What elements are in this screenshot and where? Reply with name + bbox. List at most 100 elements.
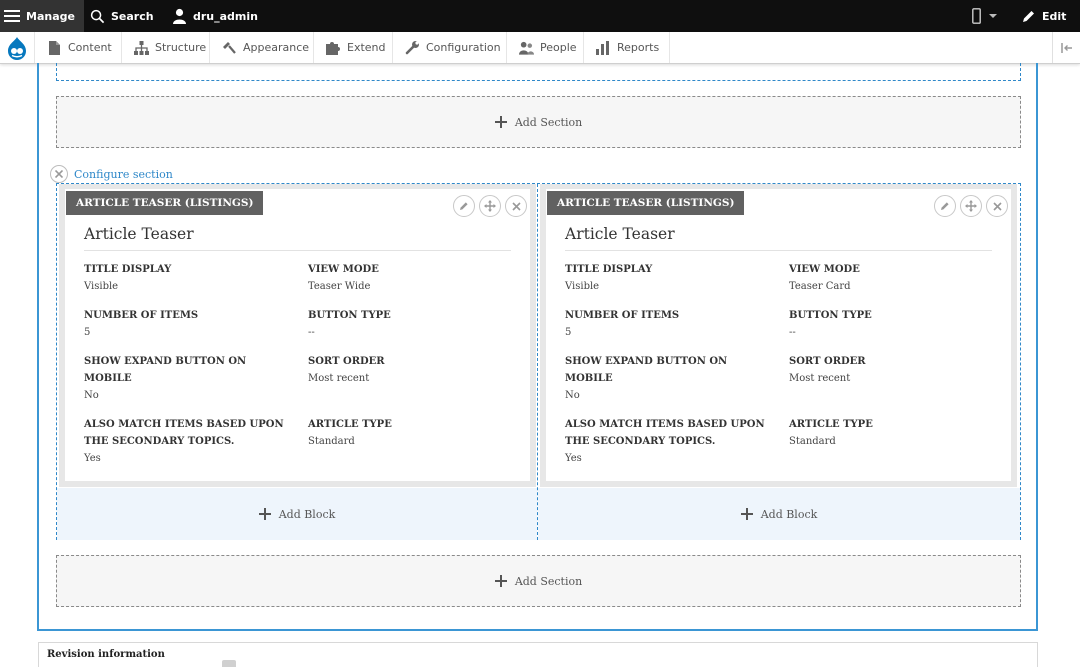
- brush-icon: [222, 40, 237, 55]
- block-label: ARTICLE TEASER (LISTINGS): [547, 191, 745, 215]
- wrench-icon: [405, 40, 420, 55]
- field-label: SORT ORDER: [789, 356, 866, 367]
- menu-item-label: People: [540, 41, 577, 54]
- mobile-device-icon: [972, 8, 981, 24]
- menu-item-content[interactable]: Content: [34, 32, 122, 63]
- collapse-arrow-icon: [1060, 42, 1072, 53]
- field-label: ALSO MATCH ITEMS BASED UPON THE SECONDAR…: [565, 419, 765, 447]
- remove-block-button[interactable]: [505, 195, 527, 217]
- puzzle-icon: [326, 40, 341, 55]
- edit-button[interactable]: Edit: [1022, 0, 1066, 32]
- menu-item-configuration[interactable]: Configuration: [392, 32, 511, 63]
- menu-item-label: Content: [68, 41, 112, 54]
- bar-chart-icon: [596, 40, 611, 55]
- device-preview-button[interactable]: [972, 0, 997, 32]
- menu-item-structure[interactable]: Structure: [121, 32, 216, 63]
- user-button[interactable]: dru_admin: [172, 0, 258, 32]
- field-label: TITLE DISPLAY: [84, 264, 172, 275]
- plus-icon: [740, 508, 753, 520]
- move-block-button[interactable]: [479, 195, 501, 217]
- field-value: Standard: [789, 436, 836, 447]
- field-sort-order: SORT ORDER Most recent: [789, 353, 999, 387]
- add-section-button[interactable]: Add Section: [56, 96, 1021, 148]
- drupal-logo-icon[interactable]: [0, 32, 34, 64]
- field-label: SHOW EXPAND BUTTON ON MOBILE: [84, 356, 247, 384]
- remove-section-button[interactable]: [50, 165, 68, 183]
- field-value: No: [84, 390, 99, 401]
- configure-section-link[interactable]: Configure section: [74, 168, 173, 181]
- menu-item-reports[interactable]: Reports: [583, 32, 671, 63]
- field-title-display: TITLE DISPLAY Visible: [565, 261, 775, 295]
- menu-item-label: Reports: [617, 41, 660, 54]
- field-value: Yes: [84, 453, 101, 464]
- block-article-teaser[interactable]: ARTICLE TEASER (LISTINGS) Article Teaser…: [540, 184, 1017, 487]
- add-block-label: Add Block: [760, 507, 818, 521]
- menu-item-appearance[interactable]: Appearance: [209, 32, 319, 63]
- field-view-mode: VIEW MODE Teaser Card: [789, 261, 999, 295]
- plus-icon: [494, 116, 507, 128]
- field-button-type: BUTTON TYPE --: [789, 307, 999, 341]
- configure-block-button[interactable]: [934, 195, 956, 217]
- field-value: --: [308, 327, 315, 338]
- menu-item-label: Structure: [155, 41, 207, 54]
- search-label: Search: [111, 9, 154, 23]
- add-section-label: Add Section: [514, 115, 583, 129]
- manage-label: Manage: [26, 9, 75, 23]
- remove-block-button[interactable]: [986, 195, 1008, 217]
- add-section-label: Add Section: [514, 574, 583, 588]
- layout-region-first: ARTICLE TEASER (LISTINGS) Article Teaser…: [57, 184, 538, 540]
- block-article-teaser[interactable]: ARTICLE TEASER (LISTINGS) Article Teaser…: [59, 184, 536, 487]
- toolbar-orientation-toggle[interactable]: [1052, 32, 1080, 63]
- block-contextual-actions: [453, 195, 527, 217]
- previous-section-region: [56, 63, 1021, 81]
- field-show-expand-button: SHOW EXPAND BUTTON ON MOBILE No: [84, 353, 294, 404]
- add-block-button[interactable]: Add Block: [57, 488, 537, 540]
- search-button[interactable]: Search: [90, 0, 154, 32]
- menu-item-label: Configuration: [426, 41, 501, 54]
- field-label: ARTICLE TYPE: [308, 419, 392, 430]
- block-divider: [84, 250, 511, 251]
- close-icon: [992, 201, 1002, 211]
- block-title: Article Teaser: [84, 225, 194, 243]
- menu-item-extend[interactable]: Extend: [313, 32, 396, 63]
- field-article-type: ARTICLE TYPE Standard: [308, 416, 518, 450]
- pencil-icon: [941, 202, 949, 210]
- menu-item-label: Extend: [347, 41, 386, 54]
- revision-information-panel: Revision information: [38, 642, 1038, 667]
- field-value: Teaser Wide: [308, 281, 371, 292]
- chevron-down-icon: [989, 14, 997, 18]
- field-label: ARTICLE TYPE: [789, 419, 873, 430]
- configure-block-button[interactable]: [453, 195, 475, 217]
- block-title: Article Teaser: [565, 225, 675, 243]
- search-icon: [90, 9, 105, 23]
- field-value: Teaser Card: [789, 281, 851, 292]
- block-label: ARTICLE TEASER (LISTINGS): [66, 191, 264, 215]
- pencil-icon: [1023, 11, 1034, 22]
- field-label: BUTTON TYPE: [308, 310, 391, 321]
- field-value: 5: [565, 327, 572, 338]
- block-divider: [565, 250, 992, 251]
- revision-toggle[interactable]: [222, 660, 236, 667]
- section-toolbar: Configure section: [50, 165, 173, 183]
- move-block-button[interactable]: [960, 195, 982, 217]
- field-value: Visible: [565, 281, 600, 292]
- revision-title: Revision information: [47, 649, 165, 660]
- manage-button[interactable]: Manage: [0, 0, 84, 32]
- field-value: Standard: [308, 436, 355, 447]
- field-label: ALSO MATCH ITEMS BASED UPON THE SECONDAR…: [84, 419, 284, 447]
- add-section-button[interactable]: Add Section: [56, 555, 1021, 607]
- field-sort-order: SORT ORDER Most recent: [308, 353, 518, 387]
- field-title-display: TITLE DISPLAY Visible: [84, 261, 294, 295]
- field-value: Most recent: [789, 373, 851, 384]
- add-block-button[interactable]: Add Block: [538, 488, 1020, 540]
- plus-icon: [258, 508, 271, 520]
- move-icon: [965, 200, 977, 212]
- people-icon: [519, 40, 534, 55]
- field-secondary-topics: ALSO MATCH ITEMS BASED UPON THE SECONDAR…: [84, 416, 294, 467]
- field-label: VIEW MODE: [789, 264, 860, 275]
- hamburger-icon: [4, 10, 20, 22]
- field-label: VIEW MODE: [308, 264, 379, 275]
- field-value: Visible: [84, 281, 119, 292]
- field-view-mode: VIEW MODE Teaser Wide: [308, 261, 518, 295]
- menu-item-people[interactable]: People: [506, 32, 587, 63]
